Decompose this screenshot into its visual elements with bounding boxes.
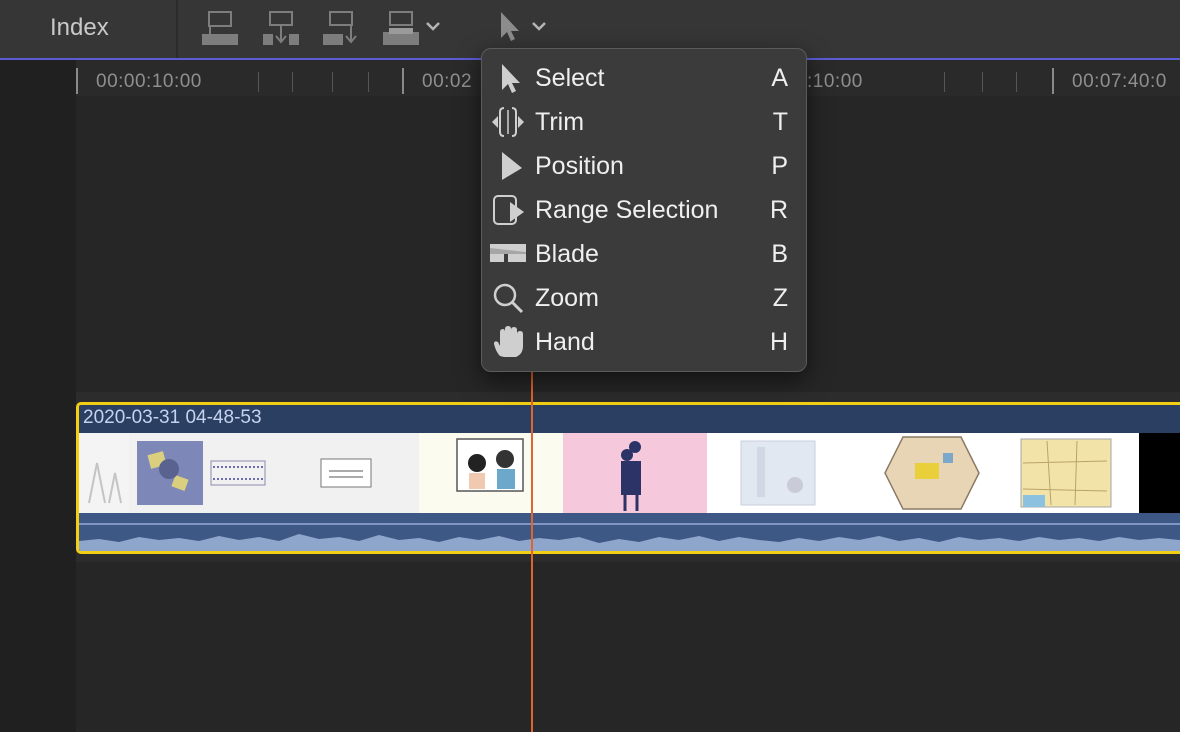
- filmstrip-black-frame: [1139, 433, 1180, 513]
- ruler-timecode: 00:02: [422, 71, 473, 92]
- ruler-tick: [1016, 72, 1017, 92]
- magnifier-icon: [493, 283, 524, 314]
- menu-item-select[interactable]: Select A: [482, 56, 806, 100]
- ruler-major-tick: [1052, 68, 1054, 94]
- filmstrip-frame: [419, 433, 563, 513]
- menu-item-position[interactable]: Position P: [482, 144, 806, 188]
- ruler-tick: [258, 72, 259, 92]
- menu-item-shortcut: Z: [772, 284, 788, 312]
- ruler-tick: [332, 72, 333, 92]
- menu-item-zoom[interactable]: Zoom Z: [482, 276, 806, 320]
- menu-item-blade[interactable]: Blade B: [482, 232, 806, 276]
- ruler-major-tick: [76, 68, 78, 94]
- menu-item-label: Select: [535, 64, 605, 92]
- menu-item-shortcut: A: [771, 64, 788, 92]
- filmstrip-frame: [129, 433, 419, 513]
- menu-item-trim[interactable]: Trim T: [482, 100, 806, 144]
- toolbar-divider: [176, 0, 178, 58]
- menu-item-label: Position: [535, 152, 624, 180]
- timeline-index-sidebar: [0, 60, 76, 732]
- menu-item-label: Zoom: [535, 284, 599, 312]
- filmstrip-frame: [79, 433, 129, 513]
- trim-icon: [492, 107, 524, 137]
- menu-item-label: Trim: [535, 108, 585, 136]
- ruler-timecode: :10:00: [807, 71, 863, 92]
- append-clip-icon[interactable]: [321, 8, 361, 48]
- select-arrow-icon: [502, 64, 520, 93]
- audio-waveform: [79, 513, 1180, 551]
- menu-item-label: Hand: [535, 328, 595, 356]
- ruler-major-tick: [402, 68, 404, 94]
- overwrite-clip-icon[interactable]: [381, 8, 421, 48]
- filmstrip-frame: [857, 433, 1007, 513]
- menu-item-range-selection[interactable]: Range Selection R: [482, 188, 806, 232]
- chevron-down-icon[interactable]: [424, 16, 442, 36]
- filmstrip-frame: [707, 433, 857, 513]
- blade-icon: [490, 244, 526, 262]
- tools-dropdown-menu: Select A Trim T Position P Range Selecti…: [481, 48, 807, 372]
- video-clip[interactable]: 2020-03-31 04-48-53: [76, 402, 1180, 554]
- clip-title: 2020-03-31 04-48-53: [83, 407, 262, 428]
- connect-clip-icon[interactable]: [200, 8, 240, 48]
- ruler-tick: [982, 72, 983, 92]
- menu-item-shortcut: B: [771, 240, 788, 268]
- ruler-timecode: 00:00:10:00: [96, 71, 202, 92]
- menu-item-shortcut: T: [772, 108, 788, 136]
- hand-icon: [494, 326, 523, 357]
- menu-item-shortcut: P: [771, 152, 788, 180]
- ruler-tick: [368, 72, 369, 92]
- filmstrip-frame: [563, 433, 707, 513]
- ruler-tick: [292, 72, 293, 92]
- arrow-cursor-icon[interactable]: [496, 10, 522, 44]
- ruler-timecode: 00:07:40:0: [1072, 71, 1167, 92]
- ruler-tick: [944, 72, 945, 92]
- menu-item-label: Blade: [535, 240, 599, 268]
- filmstrip-frame: [1007, 433, 1159, 513]
- menu-item-shortcut: R: [769, 196, 788, 224]
- position-arrow-icon: [502, 152, 522, 180]
- chevron-down-icon[interactable]: [530, 16, 548, 36]
- range-selection-icon: [493, 195, 524, 225]
- menu-item-hand[interactable]: Hand H: [482, 320, 806, 364]
- menu-item-label: Range Selection: [535, 196, 719, 224]
- clip-filmstrip: [79, 433, 1180, 513]
- insert-clip-icon[interactable]: [261, 8, 301, 48]
- index-button[interactable]: Index: [50, 14, 109, 42]
- menu-item-shortcut: H: [769, 328, 788, 356]
